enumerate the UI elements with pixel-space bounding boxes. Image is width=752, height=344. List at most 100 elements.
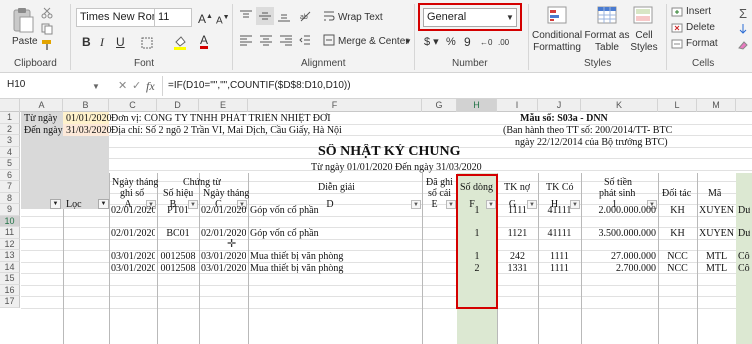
cell-so-tien[interactable]: 2.700.000 xyxy=(583,263,656,274)
cell-dien-giai[interactable]: Góp vốn cổ phần xyxy=(250,205,420,216)
row-header-6[interactable]: 6 xyxy=(0,169,20,181)
column-header-l[interactable]: L xyxy=(658,99,697,112)
format-as-table-button[interactable]: Format as Table xyxy=(584,30,630,54)
cell-ma[interactable]: MTL xyxy=(699,263,734,274)
column-header-h[interactable]: H xyxy=(457,99,497,112)
format-as-table-icon[interactable] xyxy=(596,5,618,25)
column-header-b[interactable]: B xyxy=(63,99,109,112)
column-header-m[interactable]: M xyxy=(697,99,736,112)
row-header-17[interactable]: 17 xyxy=(0,296,20,308)
row-header-9[interactable]: 9 xyxy=(0,204,20,216)
delete-button[interactable]: Delete xyxy=(686,22,715,34)
cell-extra[interactable]: Dươ xyxy=(738,228,750,239)
delete-icon[interactable] xyxy=(670,22,684,34)
column-header-f[interactable]: F xyxy=(248,99,422,112)
number-format-dropdown-icon[interactable]: ▼ xyxy=(506,12,514,24)
column-header-k[interactable]: K xyxy=(581,99,658,112)
row-header-1[interactable]: 1 xyxy=(0,112,20,124)
filter-dropdown-a[interactable]: ▼ xyxy=(50,199,61,209)
cell-ngay[interactable]: 02/01/2020 xyxy=(201,205,246,216)
percent-style-icon[interactable]: % xyxy=(446,36,456,48)
clear-icon[interactable] xyxy=(736,38,750,52)
column-header-i[interactable]: I xyxy=(497,99,538,112)
insert-icon[interactable] xyxy=(670,6,684,18)
cell-date[interactable]: 02/01/2020 xyxy=(111,205,155,216)
format-icon[interactable] xyxy=(670,38,684,50)
column-header-j[interactable]: J xyxy=(538,99,581,112)
row-header-2[interactable]: 2 xyxy=(0,123,20,135)
increase-decimal-icon[interactable]: ←0 xyxy=(480,37,492,49)
name-box[interactable]: H10 xyxy=(4,77,92,96)
row-header-13[interactable]: 13 xyxy=(0,250,20,262)
conditional-formatting-icon[interactable] xyxy=(546,5,568,25)
cell-tk-no[interactable]: 1121 xyxy=(499,228,536,239)
decrease-font-icon[interactable]: A▼ xyxy=(216,12,230,27)
wrap-text-button[interactable]: Wrap Text xyxy=(338,12,383,24)
merge-center-button[interactable]: Merge & Center xyxy=(338,36,409,48)
select-all-corner[interactable] xyxy=(0,99,20,112)
cell-so-tien[interactable]: 27.000.000 xyxy=(583,251,656,262)
format-button[interactable]: Format xyxy=(686,38,718,50)
underline-icon[interactable]: U xyxy=(116,36,125,48)
font-size-box[interactable]: 11 xyxy=(154,8,192,27)
copy-icon[interactable] xyxy=(40,22,54,36)
cut-icon[interactable] xyxy=(40,6,54,20)
cancel-entry-icon[interactable]: ✕ xyxy=(118,80,127,92)
row-header-3[interactable]: 3 xyxy=(0,135,20,147)
cell-so-hieu[interactable]: 0012508 xyxy=(159,251,197,262)
name-box-dropdown-icon[interactable]: ▼ xyxy=(92,81,100,93)
cell-doi-tac[interactable]: KH xyxy=(660,205,695,216)
cell-so-hieu[interactable]: PT01 xyxy=(159,205,197,216)
formula-input[interactable]: =IF(D10="","",COUNTIF($D$8:D10,D10)) xyxy=(168,80,351,92)
cell-doi-tac[interactable]: NCC xyxy=(660,251,695,262)
column-header-a[interactable]: A xyxy=(21,99,63,112)
cell-date[interactable]: 03/01/2020 xyxy=(111,251,155,262)
insert-function-icon[interactable]: fx xyxy=(146,80,155,92)
column-header-g[interactable]: G xyxy=(422,99,457,112)
insert-button[interactable]: Insert xyxy=(686,6,711,18)
row-header-8[interactable]: 8 xyxy=(0,192,20,204)
italic-icon[interactable]: I xyxy=(100,36,104,48)
paste-icon[interactable] xyxy=(10,6,36,34)
autosum-icon[interactable]: Σ xyxy=(736,6,750,21)
format-painter-icon[interactable] xyxy=(40,38,54,52)
align-left-icon[interactable] xyxy=(238,33,254,47)
cell-doi-tac[interactable]: NCC xyxy=(660,263,695,274)
cell-so-hieu[interactable]: BC01 xyxy=(159,228,197,239)
font-color-icon[interactable]: A xyxy=(200,34,209,49)
cell-tk-co[interactable]: 41111 xyxy=(540,228,579,239)
row-header-14[interactable]: 14 xyxy=(0,261,20,273)
cell-ngay[interactable]: 03/01/2020 xyxy=(201,263,246,274)
cell-dien-giai[interactable]: Mua thiết bị văn phòng xyxy=(250,251,420,262)
fill-color-icon[interactable] xyxy=(172,34,188,50)
column-header-d[interactable]: D xyxy=(157,99,199,112)
cell-tk-co[interactable]: 1111 xyxy=(540,251,579,262)
row-header-4[interactable]: 4 xyxy=(0,146,20,158)
cell-ngay[interactable]: 02/01/2020 xyxy=(201,228,246,239)
cell-extra[interactable]: Dươ xyxy=(738,205,750,216)
row-header-7[interactable]: 7 xyxy=(0,181,20,193)
accounting-format-icon[interactable]: $ ▾ xyxy=(424,36,439,48)
row-header-5[interactable]: 5 xyxy=(0,158,20,170)
cell-so-tien[interactable]: 3.500.000.000 xyxy=(583,228,657,239)
from-date-value[interactable]: 01/01/2020 xyxy=(66,113,112,124)
merge-center-icon[interactable] xyxy=(322,33,336,47)
cell-date[interactable]: 02/01/2020 xyxy=(111,228,155,239)
align-middle-icon[interactable] xyxy=(256,7,274,25)
wrap-text-icon[interactable] xyxy=(322,9,336,23)
cell-styles-icon[interactable] xyxy=(632,5,654,25)
cell-dien-giai[interactable]: Mua thiết bị văn phòng xyxy=(250,263,420,274)
merge-dropdown-icon[interactable]: ▼ xyxy=(404,36,412,48)
cell-styles-button[interactable]: Cell Styles xyxy=(630,30,658,54)
conditional-formatting-button[interactable]: Conditional Formatting xyxy=(532,30,582,54)
row-header-10[interactable]: 10 xyxy=(0,215,20,227)
row-header-15[interactable]: 15 xyxy=(0,273,20,285)
orientation-icon[interactable]: ab xyxy=(298,9,314,23)
confirm-entry-icon[interactable]: ✓ xyxy=(132,80,141,92)
comma-style-icon[interactable]: 9 xyxy=(464,36,471,48)
fill-down-icon[interactable] xyxy=(736,22,750,36)
row-header-11[interactable]: 11 xyxy=(0,227,20,239)
cell-extra[interactable]: Côn xyxy=(738,263,750,274)
cell-extra[interactable]: Côn xyxy=(738,251,750,262)
cell-ngay[interactable]: 03/01/2020 xyxy=(201,251,246,262)
